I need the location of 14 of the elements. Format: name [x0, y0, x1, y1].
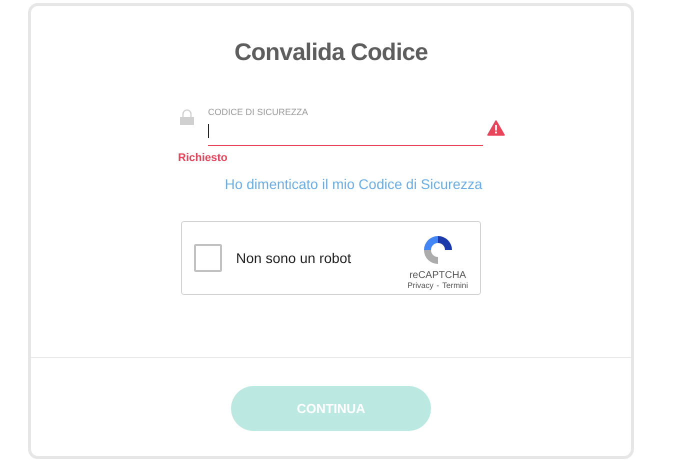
page-title: Convalida Codice — [234, 39, 428, 67]
security-code-field[interactable]: CODICE DI SICUREZZA — [208, 107, 483, 146]
warning-icon — [487, 120, 505, 136]
recaptcha-brand: reCAPTCHA — [409, 270, 466, 281]
forgot-code-link[interactable]: Ho dimenticato il mio Codice di Sicurezza — [224, 176, 482, 192]
link-separator: - — [436, 281, 440, 290]
captcha-label: Non sono un robot — [236, 250, 352, 266]
captcha-checkbox[interactable] — [194, 244, 222, 272]
terms-link[interactable]: Termini — [442, 281, 468, 290]
error-message: Richiesto — [178, 152, 228, 164]
lock-icon — [179, 109, 195, 125]
field-label: CODICE DI SICUREZZA — [208, 107, 310, 117]
privacy-link[interactable]: Privacy — [407, 281, 434, 290]
recaptcha-logo-icon — [422, 234, 454, 266]
